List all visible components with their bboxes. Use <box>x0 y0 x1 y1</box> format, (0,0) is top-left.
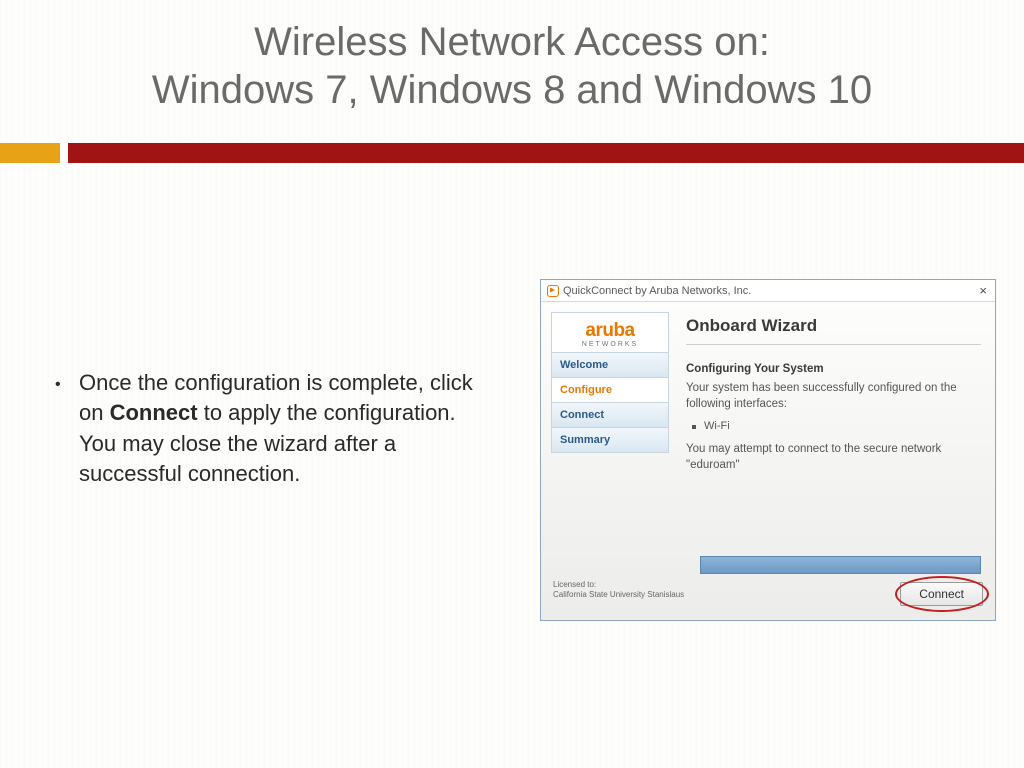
nav-connect[interactable]: Connect <box>552 402 668 427</box>
license-org: California State University Stanislaus <box>553 590 684 600</box>
title-line-1: Wireless Network Access on: <box>0 18 1024 66</box>
progress-bar <box>700 556 981 574</box>
wizard-titlebar[interactable]: QuickConnect by Aruba Networks, Inc. × <box>541 280 995 302</box>
wizard-sidebar: aruba NETWORKS Welcome Configure Connect… <box>551 312 669 453</box>
nav-welcome[interactable]: Welcome <box>552 352 668 377</box>
connect-button[interactable]: Connect <box>900 582 983 606</box>
title-line-2: Windows 7, Windows 8 and Windows 10 <box>0 66 1024 114</box>
connect-button-wrap: Connect <box>900 582 983 606</box>
accent-gold <box>0 143 60 163</box>
wizard-interface-item: Wi-Fi <box>686 420 981 432</box>
instruction-bullet: • Once the configuration is complete, cl… <box>55 368 485 489</box>
wizard-heading: Onboard Wizard <box>686 316 981 345</box>
wizard-message-2: You may attempt to connect to the secure… <box>686 442 981 473</box>
aruba-logo-main: aruba <box>556 321 664 340</box>
wizard-window-title: QuickConnect by Aruba Networks, Inc. <box>563 285 751 297</box>
nav-configure[interactable]: Configure <box>552 377 668 402</box>
slide-title: Wireless Network Access on: Windows 7, W… <box>0 18 1024 114</box>
wizard-body: aruba NETWORKS Welcome Configure Connect… <box>541 302 995 620</box>
wizard-message-1: Your system has been successfully config… <box>686 381 981 412</box>
license-label: Licensed to: <box>553 580 684 590</box>
aruba-logo: aruba NETWORKS <box>552 313 668 352</box>
bullet-dot-icon: • <box>55 374 61 396</box>
instruction-text: Once the configuration is complete, clic… <box>79 368 485 489</box>
close-icon[interactable]: × <box>977 283 989 298</box>
accent-bar <box>0 143 1024 163</box>
quickconnect-icon <box>547 285 559 297</box>
wizard-subheading: Configuring Your System <box>686 363 981 375</box>
onboard-wizard-window: QuickConnect by Aruba Networks, Inc. × a… <box>540 279 996 621</box>
license-info: Licensed to: California State University… <box>553 580 684 600</box>
nav-summary[interactable]: Summary <box>552 427 668 452</box>
wizard-main: Onboard Wizard Configuring Your System Y… <box>686 316 981 481</box>
aruba-logo-sub: NETWORKS <box>556 341 664 348</box>
accent-red <box>68 143 1024 163</box>
instruction-bold: Connect <box>110 400 198 425</box>
